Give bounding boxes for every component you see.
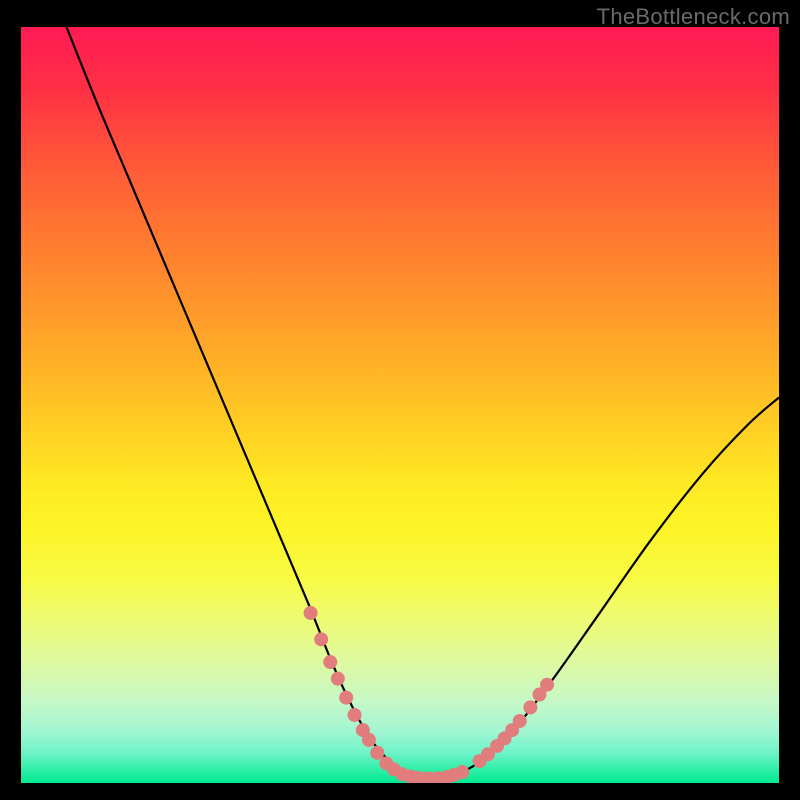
highlight-dot [314,632,328,646]
highlight-dot [339,691,353,705]
highlight-dot [348,708,362,722]
highlight-dot [540,678,554,692]
highlight-dot [455,765,469,779]
plot-area [21,27,779,783]
highlight-dots-left [304,606,401,776]
plot-svg [21,27,779,783]
highlight-dot [304,606,318,620]
highlight-dot [513,714,527,728]
highlight-dot [523,700,537,714]
highlight-dot [370,746,384,760]
highlight-dot [331,672,345,686]
bottleneck-curve [66,27,779,779]
watermark-text: TheBottleneck.com [597,4,790,30]
highlight-dot [323,655,337,669]
highlight-dots-valley [395,765,469,783]
chart-frame: TheBottleneck.com [0,0,800,800]
highlight-dots-right [473,678,554,768]
highlight-dot [362,733,376,747]
